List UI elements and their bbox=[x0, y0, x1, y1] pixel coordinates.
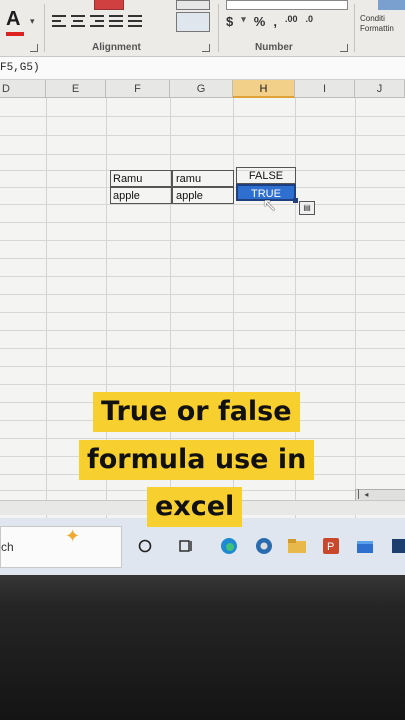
edge-icon[interactable] bbox=[218, 536, 240, 556]
extra-app-icon[interactable] bbox=[388, 536, 405, 556]
search-text: ch bbox=[1, 540, 14, 554]
column-header-g[interactable]: G bbox=[170, 80, 233, 98]
paste-options-icon[interactable]: ▤ bbox=[299, 201, 315, 215]
store-icon[interactable] bbox=[354, 536, 376, 556]
conditional-formatting-button[interactable]: Conditi Formattin bbox=[360, 14, 405, 34]
comma-button[interactable]: , bbox=[273, 14, 277, 29]
sparkle-icon: ✦ bbox=[65, 526, 81, 546]
task-view-icon[interactable] bbox=[176, 536, 198, 556]
align-center-icon[interactable] bbox=[71, 15, 85, 27]
cell-f5[interactable]: Ramu bbox=[110, 170, 172, 187]
screen: A ▾ Alignment $ ▾ % , .00 .0 Number Cond… bbox=[0, 0, 405, 575]
ribbon-separator bbox=[218, 4, 219, 52]
merge-center-button[interactable] bbox=[176, 12, 210, 32]
svg-text:P: P bbox=[327, 541, 334, 553]
conditional-formatting-icon bbox=[378, 0, 405, 10]
increase-decimal-button[interactable]: .00 bbox=[285, 14, 298, 29]
column-header-d[interactable]: D bbox=[0, 80, 46, 98]
font-color-button[interactable]: A bbox=[6, 8, 24, 36]
powerpoint-icon[interactable]: P bbox=[320, 536, 342, 556]
number-dialog-launcher-icon[interactable] bbox=[340, 44, 348, 52]
column-header-e[interactable]: E bbox=[46, 80, 106, 98]
align-right-icon[interactable] bbox=[90, 15, 104, 27]
caption-line-2: formula use in bbox=[79, 440, 315, 480]
number-format-dropdown[interactable] bbox=[226, 0, 348, 10]
highlight-swatch bbox=[94, 0, 124, 10]
alignment-buttons bbox=[52, 15, 142, 27]
wrap-text-button[interactable] bbox=[176, 0, 210, 10]
number-group-label: Number bbox=[255, 42, 293, 53]
ribbon-separator bbox=[354, 4, 355, 52]
decrease-indent-icon[interactable] bbox=[109, 15, 123, 27]
column-header-i[interactable]: I bbox=[295, 80, 355, 98]
taskbar-search-box[interactable]: ch bbox=[0, 526, 122, 568]
cell-g5[interactable]: ramu bbox=[172, 170, 234, 187]
fill-handle[interactable] bbox=[293, 198, 298, 203]
font-dialog-launcher-icon[interactable] bbox=[30, 44, 38, 52]
mouse-cursor-icon: ↖ bbox=[262, 195, 278, 215]
column-header-j[interactable]: J bbox=[355, 80, 405, 98]
file-explorer-icon[interactable] bbox=[286, 536, 308, 556]
column-header-h[interactable]: H bbox=[233, 80, 295, 98]
cell-f6[interactable]: apple bbox=[110, 187, 172, 204]
decrease-decimal-button[interactable]: .0 bbox=[305, 14, 313, 29]
cortana-icon[interactable] bbox=[134, 536, 156, 556]
formula-bar[interactable]: F5,G5) bbox=[0, 57, 405, 80]
currency-dropdown-icon[interactable]: ▾ bbox=[241, 14, 246, 29]
bezel-reflection bbox=[0, 575, 405, 605]
cell-g6[interactable]: apple bbox=[172, 187, 234, 204]
number-buttons: $ ▾ % , .00 .0 bbox=[226, 14, 313, 29]
font-color-dropdown-icon[interactable]: ▾ bbox=[30, 16, 35, 27]
chrome-icon[interactable] bbox=[253, 536, 275, 556]
currency-button[interactable]: $ bbox=[226, 14, 233, 29]
alignment-group-label: Alignment bbox=[92, 42, 141, 53]
formula-text: F5,G5) bbox=[0, 62, 40, 74]
cell-h5[interactable]: FALSE bbox=[236, 167, 296, 184]
font-color-bar bbox=[6, 32, 24, 36]
ribbon-separator bbox=[44, 4, 45, 52]
percent-button[interactable]: % bbox=[254, 14, 266, 29]
caption-line-1: True or false bbox=[93, 392, 300, 432]
align-left-icon[interactable] bbox=[52, 15, 66, 27]
column-header-f[interactable]: F bbox=[106, 80, 170, 98]
font-color-glyph: A bbox=[6, 8, 21, 30]
ribbon: A ▾ Alignment $ ▾ % , .00 .0 Number Cond… bbox=[0, 0, 405, 57]
caption-line-3: excel bbox=[147, 487, 243, 527]
increase-indent-icon[interactable] bbox=[128, 15, 142, 27]
alignment-dialog-launcher-icon[interactable] bbox=[202, 44, 210, 52]
